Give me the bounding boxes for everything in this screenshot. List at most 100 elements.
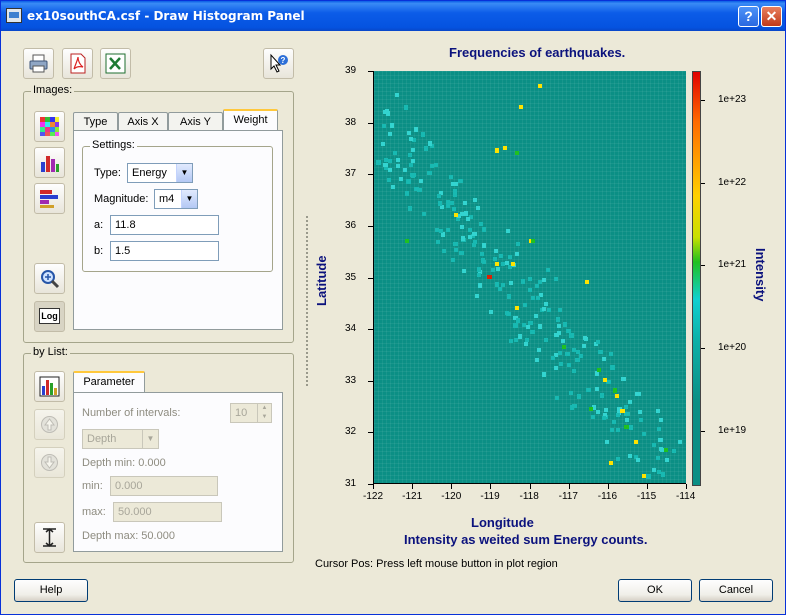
b-input[interactable]: 1.5 — [110, 241, 219, 261]
heatmap-hotspot — [642, 473, 647, 478]
heatmap-bin — [579, 353, 584, 358]
type-select[interactable]: Energy ▼ — [127, 163, 193, 183]
heatmap-bin — [407, 152, 412, 157]
heatmap-bin — [624, 404, 629, 409]
x-tick-label: -119 — [480, 491, 500, 502]
tab-axis-x[interactable]: Axis X — [118, 112, 168, 131]
heatmap-bin — [408, 163, 413, 168]
heatmap-bin — [538, 324, 543, 329]
a-input[interactable]: 11.8 — [110, 215, 219, 235]
heatmap-bin — [651, 467, 656, 472]
heatmap-bin — [628, 453, 633, 459]
heatmap-bin — [543, 337, 548, 342]
image-type-hbar-button[interactable] — [34, 183, 65, 214]
title-help-button[interactable]: ? — [738, 6, 759, 27]
heatmap-bin — [410, 148, 415, 153]
cancel-button[interactable]: Cancel — [699, 579, 773, 602]
heatmap-bin — [598, 349, 603, 354]
heatmap-bin — [524, 342, 529, 347]
heatmap-bin — [438, 229, 444, 234]
magnitude-select[interactable]: m4 ▼ — [154, 189, 198, 209]
ok-button[interactable]: OK — [618, 579, 692, 602]
whats-this-button[interactable]: ? — [263, 48, 294, 79]
panel-splitter[interactable] — [306, 216, 308, 386]
heatmap-bin — [422, 212, 427, 217]
image-type-bar-button[interactable] — [34, 147, 65, 178]
y-tick-mark — [368, 174, 373, 176]
title-close-button[interactable]: ✕ — [761, 6, 782, 27]
pdf-export-button[interactable] — [62, 48, 93, 79]
y-tick-mark — [368, 380, 373, 382]
heatmap-hotspot — [495, 262, 500, 267]
tab-axis-y[interactable]: Axis Y — [168, 112, 223, 131]
intervals-value: 10 — [235, 407, 248, 419]
heatmap-bin — [459, 250, 464, 256]
close-icon: ✕ — [765, 8, 778, 24]
heatmap-hotspot — [495, 148, 500, 153]
x-tick-mark — [373, 484, 374, 489]
heatmap-bin — [538, 280, 543, 285]
heatmap-bin — [527, 287, 532, 292]
tab-type[interactable]: Type — [73, 112, 118, 131]
heatmap-bin — [636, 457, 641, 462]
type-select-value: Energy — [132, 167, 167, 179]
heatmap-bin — [555, 317, 560, 322]
bylist-group-label: by List: — [31, 346, 70, 358]
title-bar[interactable]: ex10southCA.csf - Draw Histogram Panel ?… — [1, 1, 785, 31]
heatmap-bin — [671, 449, 677, 454]
heatmap-bin — [528, 320, 533, 325]
max-input[interactable]: 50.000 — [113, 502, 222, 522]
bylist-chart-button[interactable] — [34, 371, 65, 402]
y-axis-title: Latitude — [314, 255, 329, 306]
heatmap-bin — [406, 131, 411, 136]
x-tick-label: -117 — [558, 491, 578, 502]
range-button[interactable] — [34, 522, 65, 553]
printer-icon — [29, 54, 48, 73]
heatmap-bin — [388, 159, 393, 164]
heatmap-hotspot — [608, 460, 613, 465]
app-icon — [6, 8, 22, 23]
heatmap-bin — [514, 251, 519, 256]
heatmap-bin — [496, 266, 501, 271]
heatmap-bin — [395, 164, 400, 169]
parameter-select[interactable]: Depth ▼ — [82, 429, 159, 449]
image-type-heatmap-button[interactable] — [34, 111, 65, 142]
heatmap-bin — [576, 349, 581, 354]
excel-export-button[interactable] — [100, 48, 131, 79]
tab-parameter[interactable]: Parameter — [73, 371, 145, 393]
heatmap-bin — [427, 141, 433, 146]
heatmap-bin — [655, 456, 660, 461]
heatmap-bin — [491, 267, 496, 272]
heatmap-bin — [506, 228, 511, 233]
heatmap-bin — [454, 247, 459, 252]
heatmap-bin — [467, 228, 472, 233]
tab-weight[interactable]: Weight — [223, 109, 278, 131]
move-down-button[interactable] — [34, 447, 65, 478]
min-input[interactable]: 0.000 — [110, 476, 218, 496]
heatmap-bin — [380, 141, 385, 146]
heatmap-bin — [641, 431, 646, 437]
zoom-button[interactable] — [34, 263, 65, 294]
print-button[interactable] — [23, 48, 54, 79]
heatmap-hotspot — [597, 367, 602, 372]
heatmap-hotspot — [530, 238, 535, 243]
heatmap-bin — [467, 234, 472, 240]
intervals-spinbox[interactable]: 10 ▲ ▼ — [230, 403, 272, 423]
x-tick-label: -121 — [402, 491, 423, 502]
heatmap-bin — [460, 236, 466, 241]
move-up-button[interactable] — [34, 409, 65, 440]
colorbar-tick-mark — [701, 265, 705, 266]
heatmap-hotspot — [487, 274, 492, 280]
heatmap-bin — [516, 318, 521, 323]
heatmap-bin — [536, 347, 542, 352]
heatmap-bin — [446, 200, 451, 205]
heatmap-hotspot — [663, 447, 668, 452]
log-scale-toggle[interactable]: Log — [34, 301, 65, 332]
heatmap-hotspot — [624, 424, 629, 429]
heatmap-bin — [472, 232, 477, 237]
x-axis-title: Longitude — [471, 515, 534, 530]
min-label: min: — [82, 480, 103, 492]
heatmap-plot-area[interactable] — [373, 71, 686, 484]
zoom-icon — [41, 270, 60, 289]
help-button[interactable]: Help — [14, 579, 88, 602]
